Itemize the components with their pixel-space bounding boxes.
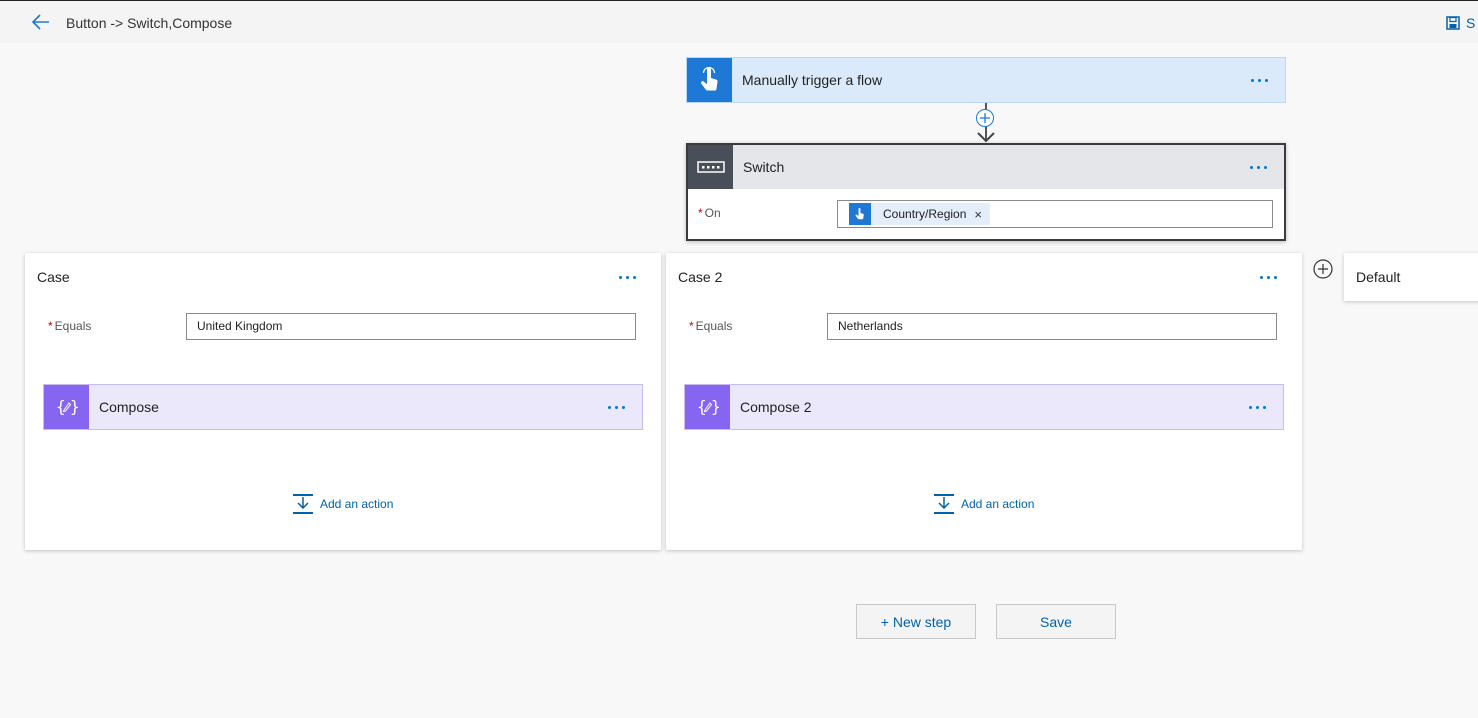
add-action-button[interactable]: Add an action [293,493,393,515]
connector-arrow-icon [977,132,995,143]
required-marker: * [689,319,694,333]
compose-icon: { } [44,385,89,429]
save-top-label: S [1466,15,1476,31]
country-region-token[interactable]: Country/Region × [849,203,990,225]
case-more-options-icon[interactable] [607,267,647,287]
trigger-header[interactable]: Manually trigger a flow [687,58,1285,102]
switch-more-options-icon[interactable] [1238,157,1278,177]
svg-text:{: { [697,397,707,416]
on-label-text: On [704,206,721,220]
add-case-plus-icon[interactable] [1313,259,1333,279]
equals-input[interactable]: United Kingdom [186,313,636,340]
case-more-options-icon[interactable] [1248,267,1288,287]
case-title: Case [37,269,70,285]
svg-text:}: } [711,397,720,416]
add-action-icon [934,494,954,514]
switch-card[interactable]: Switch * On Country/Region × [686,143,1286,241]
switch-header[interactable]: Switch [688,145,1284,189]
trigger-card[interactable]: Manually trigger a flow [686,57,1286,103]
compose-card[interactable]: { } Compose 2 [684,384,1284,430]
equals-input[interactable]: Netherlands [827,313,1277,340]
top-bar: Button -> Switch,Compose S [0,0,1478,43]
token-remove-icon[interactable]: × [974,207,982,222]
required-marker: * [48,319,53,333]
switch-on-label: * On [698,206,721,220]
equals-label-text: Equals [695,319,733,333]
add-action-button[interactable]: Add an action [934,493,1034,515]
add-action-icon [293,494,313,514]
case-title: Case 2 [678,269,723,285]
case-card-1[interactable]: Case * Equals United Kingdom { } Compose … [25,253,661,550]
compose-title: Compose 2 [740,399,812,415]
required-marker: * [698,206,703,220]
default-case-title: Default [1356,269,1401,285]
insert-step-plus-icon[interactable] [976,109,994,127]
add-action-label: Add an action [320,497,394,511]
flow-title: Button -> Switch,Compose [66,15,233,31]
touch-hand-icon [849,203,871,225]
back-arrow-icon[interactable] [30,11,52,33]
compose-icon: { } [685,385,730,429]
compose-more-options-icon[interactable] [1237,397,1277,417]
default-case-card[interactable]: Default [1344,253,1478,301]
case-card-2[interactable]: Case 2 * Equals Netherlands { } Compose 2… [666,253,1302,550]
compose-card[interactable]: { } Compose [43,384,643,430]
save-icon [1446,16,1460,30]
switch-title: Switch [743,159,785,175]
save-button[interactable]: Save [996,604,1116,639]
compose-title: Compose [99,399,159,415]
new-step-button[interactable]: + New step [856,604,976,639]
svg-text:{: { [56,397,66,416]
equals-label: * Equals [689,319,732,333]
trigger-more-options-icon[interactable] [1239,70,1279,90]
equals-label-text: Equals [54,319,92,333]
token-label: Country/Region [883,207,967,221]
trigger-title: Manually trigger a flow [742,72,883,88]
add-action-label: Add an action [961,497,1035,511]
equals-label: * Equals [48,319,91,333]
switch-icon [688,145,733,189]
compose-more-options-icon[interactable] [596,397,636,417]
svg-text:}: } [70,397,79,416]
touch-hand-icon [687,58,732,102]
save-top-button[interactable]: S [1446,13,1475,33]
switch-on-input[interactable]: Country/Region × [837,200,1273,228]
